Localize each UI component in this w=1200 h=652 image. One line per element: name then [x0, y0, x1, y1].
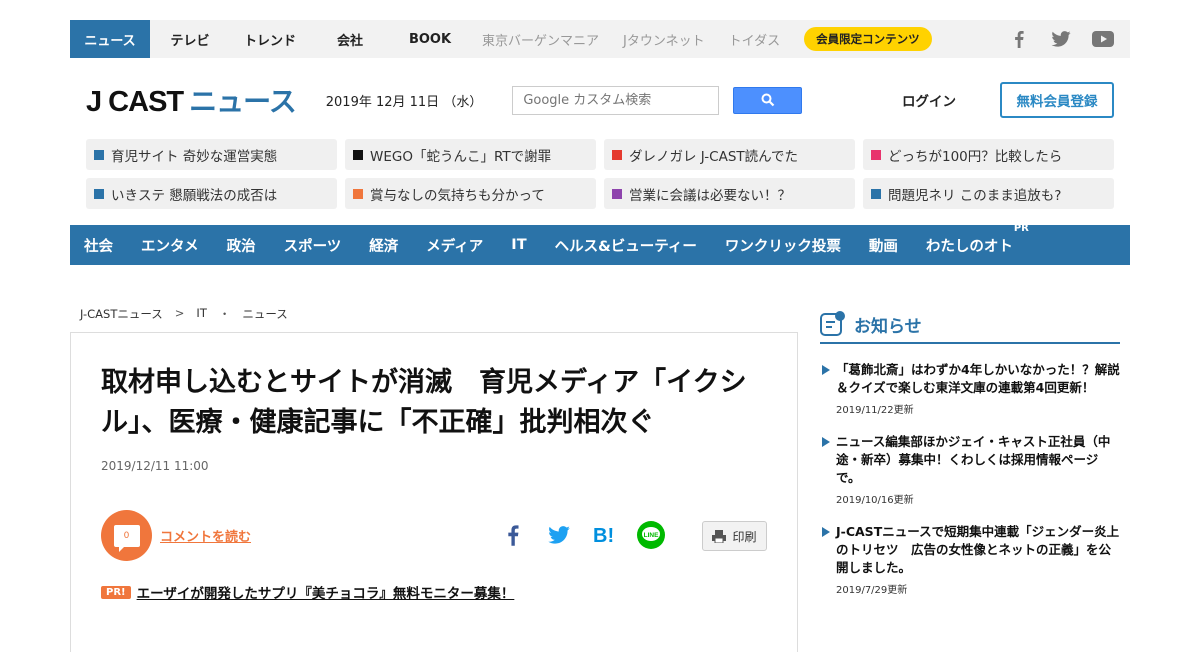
- search-icon: [761, 93, 775, 107]
- notice-date: 2019/10/16更新: [836, 495, 914, 506]
- logo-news: ニュース: [189, 86, 297, 117]
- topnav-bargain-mania[interactable]: 東京バーゲンマニア: [470, 20, 611, 58]
- topic-color-marker: [353, 149, 363, 160]
- topic-color-marker: [612, 188, 622, 199]
- topic-color-marker: [94, 149, 104, 160]
- logo-jcast: J CAST: [86, 86, 184, 118]
- breadcrumb: J-CASTニュース > IT ・ ニュース: [80, 306, 288, 322]
- trending-topic[interactable]: 営業に会議は必要ない！？: [604, 178, 855, 209]
- topnav-trend[interactable]: トレンド: [230, 20, 310, 58]
- trending-topic[interactable]: WEGO「蛇うんこ」RTで謝罪: [345, 139, 596, 170]
- read-comments-link[interactable]: コメントを読む: [160, 526, 251, 545]
- category-politics[interactable]: 政治: [227, 235, 256, 256]
- site-header: J CAST ニュース 2019年 12月 11日 （水） ログイン 無料会員登…: [70, 70, 1130, 130]
- category-health-beauty[interactable]: ヘルス&ビューティー: [555, 235, 697, 256]
- trending-topic[interactable]: 賞与なしの気持ちも分かって: [345, 178, 596, 209]
- notices-title: お知らせ: [854, 316, 922, 337]
- notice-text: J-CASTニュースで短期集中連載「ジェンダー炎上のトリセツ 広告の女性像とネッ…: [836, 524, 1120, 575]
- print-button[interactable]: 印刷: [702, 521, 767, 551]
- topnav-tv[interactable]: テレビ: [150, 20, 230, 58]
- notice-date: 2019/11/22更新: [836, 405, 914, 416]
- breadcrumb-home[interactable]: J-CASTニュース: [80, 306, 163, 322]
- facebook-icon[interactable]: [1008, 29, 1030, 49]
- notice-item[interactable]: J-CASTニュースで短期集中連載「ジェンダー炎上のトリセツ 広告の女性像とネッ…: [820, 523, 1120, 596]
- search-input[interactable]: [512, 85, 720, 115]
- trending-topics: 育児サイト 奇妙な運営実態 WEGO「蛇うんこ」RTで謝罪 ダレノガレ J-CA…: [86, 139, 1114, 209]
- search-button[interactable]: [733, 86, 803, 114]
- top-nav-bar: ニュース テレビ トレンド 会社 BOOK 東京バーゲンマニア Jタウンネット …: [70, 20, 1130, 58]
- category-sports[interactable]: スポーツ: [284, 235, 342, 256]
- article-timestamp: 2019/12/11 11:00: [101, 459, 209, 473]
- member-content-button[interactable]: 会員限定コンテンツ: [804, 27, 932, 51]
- pr-ad: PR! エーザイが開発したサプリ『美チョコラ』無料モニター募集！: [101, 582, 514, 602]
- pr-badge: PR!: [101, 585, 131, 599]
- twitter-icon[interactable]: [1050, 29, 1072, 49]
- topnav-company[interactable]: 会社: [310, 20, 390, 58]
- site-logo[interactable]: J CAST ニュース: [86, 80, 297, 120]
- hatena-bookmark-icon[interactable]: B!: [591, 521, 619, 549]
- notices-panel: お知らせ 「葛飾北斎」はわずか4年しかいなかった！？解説＆クイズで楽しむ東洋文庫…: [820, 306, 1120, 596]
- svg-text:LINE: LINE: [644, 532, 659, 539]
- article-title: 取材申し込むとサイトが消滅 育児メディア「イクシル」、医療・健康記事に「不正確」…: [101, 367, 747, 438]
- topnav-book[interactable]: BOOK: [390, 20, 470, 58]
- pr-link[interactable]: エーザイが開発したサプリ『美チョコラ』無料モニター募集！: [137, 582, 515, 602]
- facebook-share-icon[interactable]: [499, 521, 527, 549]
- topic-color-marker: [871, 188, 881, 199]
- topic-color-marker: [94, 188, 104, 199]
- notice-icon: [820, 311, 845, 336]
- topnav-jtown[interactable]: Jタウンネット: [611, 20, 717, 58]
- trending-topic[interactable]: 育児サイト 奇妙な運営実態: [86, 139, 337, 170]
- notice-date: 2019/7/29更新: [836, 585, 908, 596]
- article: 取材申し込むとサイトが消滅 育児メディア「イクシル」、医療・健康記事に「不正確」…: [70, 332, 798, 652]
- youtube-icon[interactable]: [1092, 29, 1114, 49]
- topic-color-marker: [353, 188, 363, 199]
- comment-count: 0: [113, 524, 140, 552]
- share-buttons: B! LINE: [499, 521, 665, 549]
- notice-text: ニュース編集部ほかジェイ・キャスト正社員（中途・新卒）募集中！くわしくは採用情報…: [836, 434, 1111, 485]
- printer-icon: [712, 530, 727, 543]
- topic-color-marker: [871, 149, 881, 160]
- print-label: 印刷: [732, 529, 757, 544]
- category-media[interactable]: メディア: [426, 235, 483, 256]
- twitter-share-icon[interactable]: [545, 521, 573, 549]
- category-society[interactable]: 社会: [84, 235, 113, 256]
- category-it[interactable]: IT: [511, 237, 526, 253]
- topic-color-marker: [612, 149, 622, 160]
- comment-icon[interactable]: 0: [101, 510, 152, 561]
- category-nav: 社会 エンタメ 政治 スポーツ 経済 メディア IT ヘルス&ビューティー ワン…: [70, 223, 1130, 265]
- pr-mark: PR: [1013, 222, 1029, 234]
- breadcrumb-section[interactable]: IT: [196, 306, 206, 322]
- notices-header: お知らせ: [820, 306, 1120, 344]
- trending-topic[interactable]: ダレノガレ J-CAST読んでた: [604, 139, 855, 170]
- topnav-toidasu[interactable]: トイダス: [717, 20, 792, 58]
- trending-topic[interactable]: いきステ 懇願戦法の成否は: [86, 178, 337, 209]
- current-date: 2019年 12月 11日 （水）: [325, 94, 483, 110]
- category-economy[interactable]: 経済: [369, 235, 398, 256]
- notice-item[interactable]: ニュース編集部ほかジェイ・キャスト正社員（中途・新卒）募集中！くわしくは採用情報…: [820, 433, 1120, 506]
- trending-topic[interactable]: どっちが100円？比較したら: [863, 139, 1114, 170]
- breadcrumb-separator: ・: [218, 307, 231, 321]
- trending-topic[interactable]: 問題児ネリ このまま追放も?: [863, 178, 1114, 209]
- svg-text:B!: B!: [593, 525, 614, 545]
- category-video[interactable]: 動画: [869, 235, 898, 256]
- breadcrumb-current[interactable]: ニュース: [242, 306, 287, 322]
- login-link[interactable]: ログイン: [902, 90, 956, 110]
- line-share-icon[interactable]: LINE: [637, 521, 665, 549]
- notice-text: 「葛飾北斎」はわずか4年しかいなかった！？解説＆クイズで楽しむ東洋文庫の連載第4…: [836, 362, 1120, 395]
- notice-item[interactable]: 「葛飾北斎」はわずか4年しかいなかった！？解説＆クイズで楽しむ東洋文庫の連載第4…: [820, 361, 1120, 416]
- breadcrumb-separator: >: [174, 306, 185, 320]
- category-entertainment[interactable]: エンタメ: [141, 235, 199, 256]
- topnav-news[interactable]: ニュース: [70, 20, 150, 58]
- category-one-click-poll[interactable]: ワンクリック投票: [725, 235, 841, 256]
- category-watashi-no-oto[interactable]: わたしのオト PR: [926, 223, 1029, 256]
- social-links: [1008, 29, 1130, 49]
- register-button[interactable]: 無料会員登録: [1000, 82, 1114, 118]
